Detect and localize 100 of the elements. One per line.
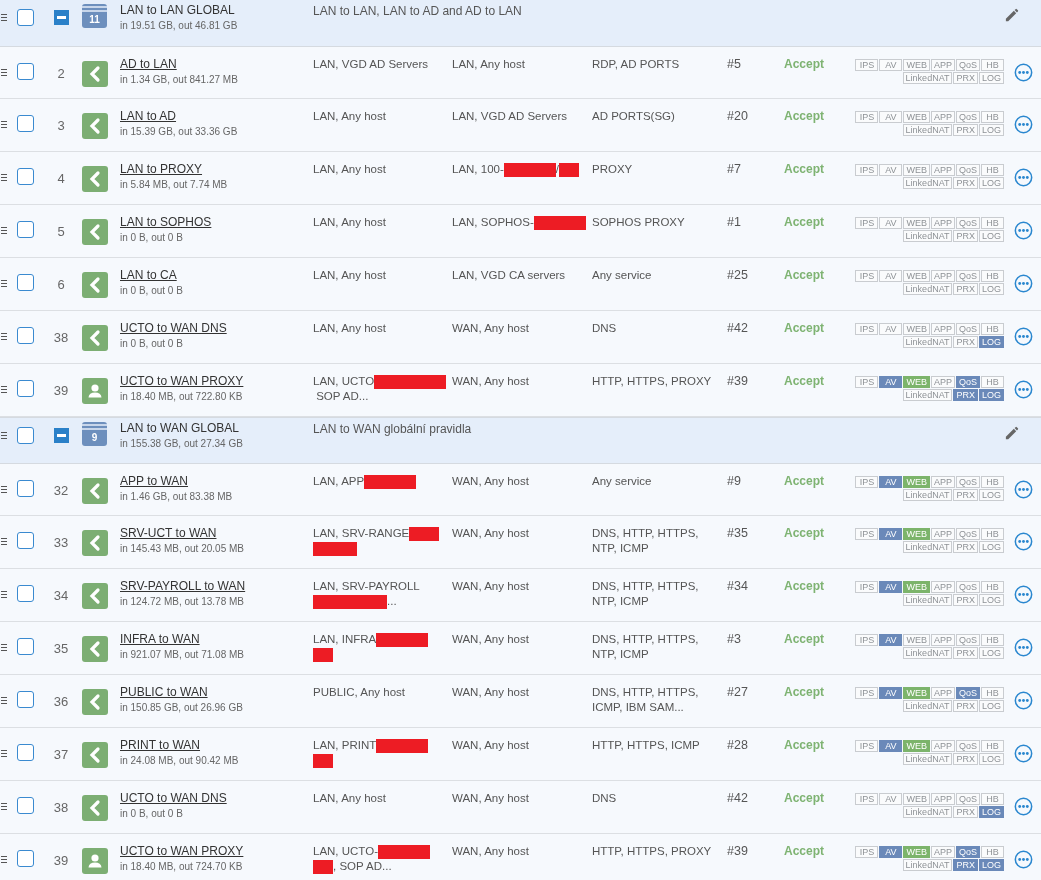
feature-badge: HB: [981, 634, 1004, 646]
edit-icon[interactable]: [1004, 8, 1019, 23]
checkbox[interactable]: [17, 691, 34, 708]
feature-badge: LinkedNAT: [902, 700, 953, 712]
rule-name-link[interactable]: UCTO to WAN PROXY: [120, 374, 244, 388]
rule-number: 3: [57, 118, 65, 133]
rule-name-link[interactable]: PUBLIC to WAN: [120, 685, 208, 699]
rule-name-link[interactable]: LAN to PROXY: [120, 162, 203, 176]
rule-name-link[interactable]: PRINT to WAN: [120, 738, 200, 752]
checkbox[interactable]: [17, 480, 34, 497]
rule-name-link[interactable]: INFRA to WAN: [120, 632, 200, 646]
rule-name-link[interactable]: SRV-PAYROLL to WAN: [120, 579, 246, 593]
checkbox[interactable]: [17, 380, 34, 397]
feature-badge: QoS: [956, 793, 980, 805]
checkbox[interactable]: [17, 427, 34, 444]
more-options-icon[interactable]: [1014, 480, 1033, 499]
more-options-icon[interactable]: [1014, 221, 1033, 240]
rule-name-link[interactable]: UCTO to WAN DNS: [120, 791, 227, 805]
feature-badge: AV: [879, 323, 903, 335]
checkbox[interactable]: [17, 274, 34, 291]
feature-badge: LOG: [979, 594, 1004, 606]
rule-id: #27: [727, 685, 748, 699]
feature-badge: PRX: [953, 389, 978, 401]
rule-name-link[interactable]: AD to LAN: [120, 57, 177, 71]
redaction-bar: [313, 859, 333, 874]
source-network: LAN, UCTO: [313, 375, 375, 387]
service-list: HTTP, HTTPS, ICMP: [592, 739, 700, 751]
feature-badge: HB: [981, 740, 1004, 752]
feature-badge: QoS: [956, 476, 980, 488]
checkbox[interactable]: [17, 585, 34, 602]
feature-badge: LOG: [979, 389, 1004, 401]
rule-id: #7: [727, 162, 741, 176]
rule-name-link[interactable]: SRV-UCT to WAN: [120, 526, 217, 540]
more-options-icon[interactable]: [1014, 327, 1033, 346]
redaction-bar: [503, 162, 556, 177]
more-options-icon[interactable]: [1014, 797, 1033, 816]
feature-badge: LOG: [979, 753, 1004, 765]
source-network: LAN, VGD AD Servers: [313, 58, 429, 70]
rule-action: Accept: [784, 632, 824, 646]
checkbox[interactable]: [17, 327, 34, 344]
more-options-icon[interactable]: [1014, 115, 1033, 134]
rule-name-link[interactable]: LAN to AD: [120, 109, 177, 123]
feature-badge: HB: [981, 846, 1004, 858]
service-list: DNS, HTTP, HTTPS, NTP, ICMP: [592, 527, 699, 554]
rule-name-link[interactable]: LAN to SOPHOS: [120, 215, 212, 229]
checkbox[interactable]: [17, 850, 34, 867]
source-network: LAN, Any host: [313, 216, 386, 228]
source-network: LAN, Any host: [313, 163, 386, 175]
feature-badge: LOG: [979, 541, 1004, 553]
checkbox[interactable]: [17, 744, 34, 761]
redaction-bar: [376, 738, 429, 753]
redaction-bar: [313, 541, 357, 556]
traffic-stats: in 19.51 GB, out 46.81 GB: [120, 20, 239, 31]
more-options-icon[interactable]: [1014, 585, 1033, 604]
destination-network: LAN, VGD AD Servers: [452, 110, 568, 122]
rule-action: Accept: [784, 474, 824, 488]
more-options-icon[interactable]: [1014, 63, 1033, 82]
collapse-toggle[interactable]: [53, 428, 69, 443]
checkbox[interactable]: [17, 168, 34, 185]
checkbox[interactable]: [17, 115, 34, 132]
checkbox[interactable]: [17, 797, 34, 814]
feature-badge: QoS: [956, 323, 980, 335]
checkbox[interactable]: [17, 221, 34, 238]
more-options-icon[interactable]: [1014, 168, 1033, 187]
rule-number: 39: [53, 383, 69, 398]
feature-badge: QoS: [956, 111, 980, 123]
feature-badge: APP: [930, 164, 955, 176]
rule-number: 38: [53, 800, 69, 815]
more-options-icon[interactable]: [1014, 744, 1033, 763]
feature-badge: QoS: [956, 846, 980, 858]
rule-name-link[interactable]: UCTO to WAN DNS: [120, 321, 227, 335]
rule-action: Accept: [784, 162, 824, 176]
rule-name-link[interactable]: APP to WAN: [120, 474, 189, 488]
checkbox[interactable]: [17, 9, 34, 26]
feature-badge: IPS: [855, 846, 879, 858]
source-network: PUBLIC, Any host: [313, 686, 406, 698]
rule-id: #42: [727, 791, 748, 805]
more-options-icon[interactable]: [1014, 532, 1033, 551]
share-icon: [82, 530, 108, 556]
more-options-icon[interactable]: [1014, 850, 1033, 869]
group-description: LAN to WAN globální pravidla: [313, 422, 472, 436]
more-options-icon[interactable]: [1014, 691, 1033, 710]
rule-name-link[interactable]: LAN to CA: [120, 268, 177, 282]
edit-icon[interactable]: [1004, 426, 1019, 441]
source-network: LAN, Any host: [313, 110, 386, 122]
rule-name-link[interactable]: UCTO to WAN PROXY: [120, 844, 244, 858]
feature-badge: LinkedNAT: [902, 806, 953, 818]
rule-id: #3: [727, 632, 741, 646]
checkbox[interactable]: [17, 532, 34, 549]
checkbox[interactable]: [17, 63, 34, 80]
feature-badge: APP: [930, 59, 955, 71]
collapse-toggle[interactable]: [53, 10, 69, 25]
feature-badge: QoS: [956, 687, 980, 699]
feature-badge: PRX: [953, 859, 978, 871]
redaction-bar: [377, 844, 430, 859]
checkbox[interactable]: [17, 638, 34, 655]
more-options-icon[interactable]: [1014, 274, 1033, 293]
more-options-icon[interactable]: [1014, 380, 1033, 399]
source-network: SOP AD...: [315, 390, 369, 402]
more-options-icon[interactable]: [1014, 638, 1033, 657]
